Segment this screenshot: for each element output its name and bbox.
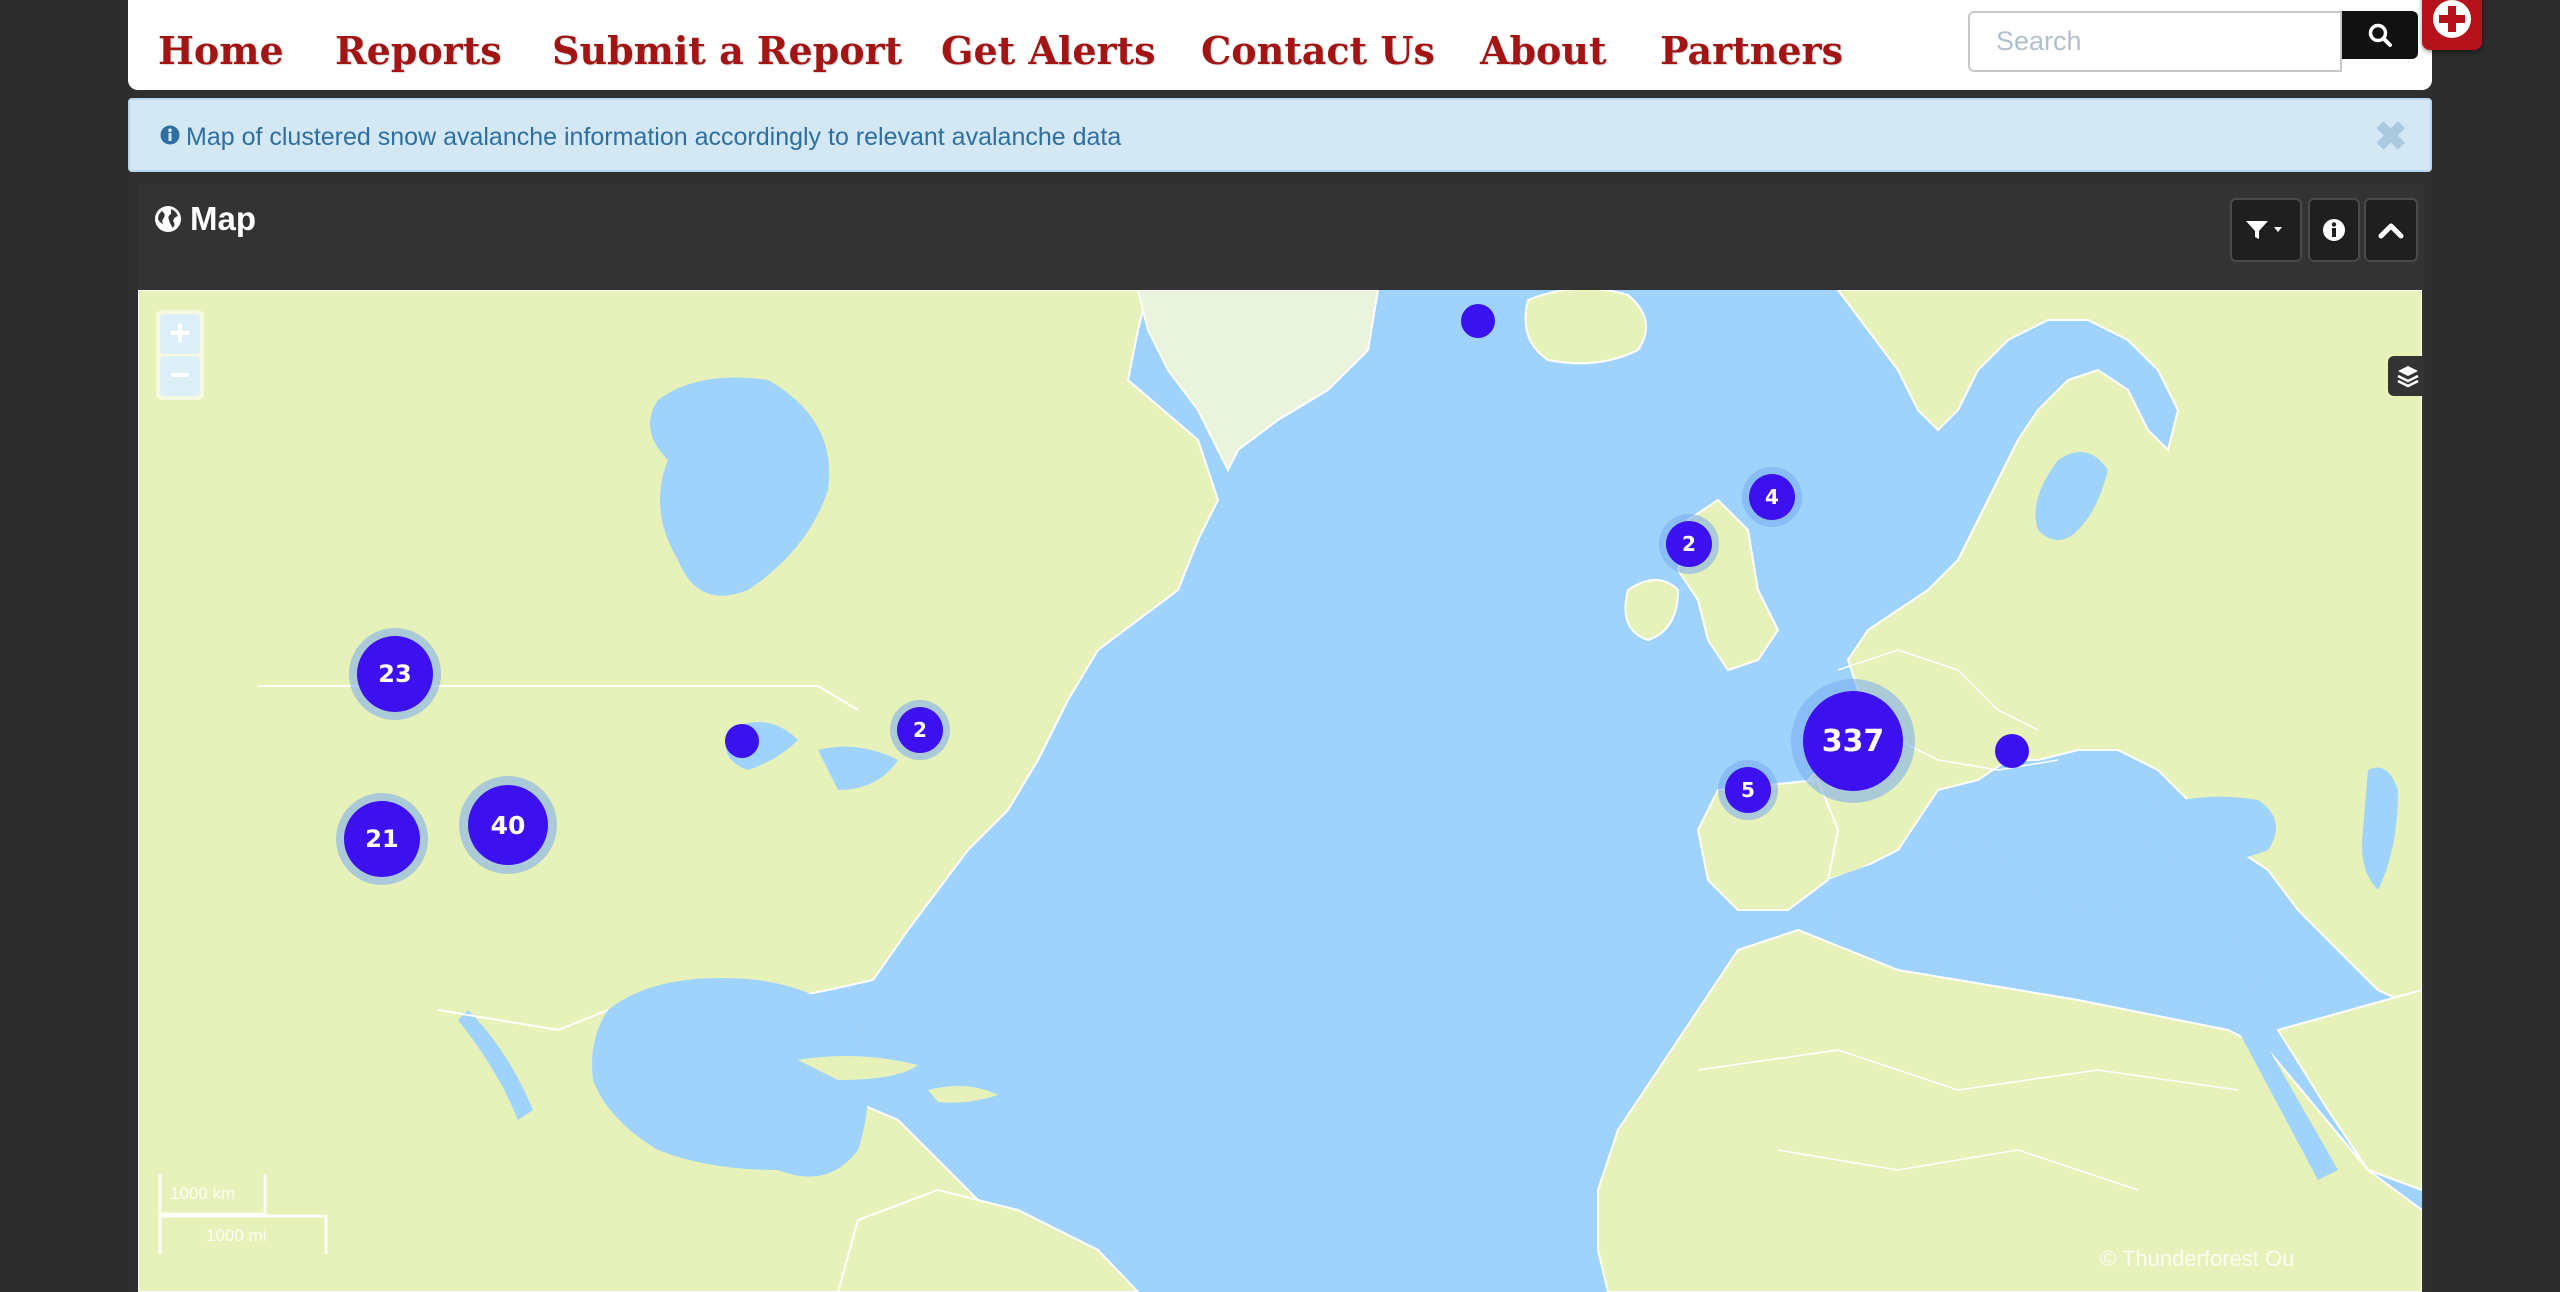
alert-close-button[interactable]: ✖ bbox=[2374, 114, 2408, 160]
search-input[interactable] bbox=[1968, 11, 2342, 72]
collapse-button[interactable] bbox=[2364, 198, 2418, 262]
layers-button[interactable] bbox=[2388, 356, 2422, 396]
map-canvas[interactable]: + − 23 21 40 2 2 4 337 5 1000 km 1000 mi… bbox=[138, 290, 2422, 1292]
nav-get-alerts[interactable]: Get Alerts bbox=[941, 28, 1155, 73]
zoom-in-button[interactable]: + bbox=[160, 314, 200, 354]
map-attribution[interactable]: © Thunderforest Ou bbox=[2100, 1246, 2294, 1272]
globe-icon bbox=[155, 206, 181, 232]
landmass-ireland bbox=[1624, 579, 1680, 642]
cluster-marker[interactable]: 40 bbox=[459, 776, 557, 874]
nav-home[interactable]: Home bbox=[158, 28, 284, 73]
avalanche-marker[interactable] bbox=[725, 724, 759, 758]
search-icon bbox=[2368, 23, 2392, 47]
cluster-marker[interactable]: 23 bbox=[349, 628, 441, 720]
cluster-count: 5 bbox=[1725, 767, 1771, 813]
cluster-marker[interactable]: 5 bbox=[1718, 760, 1778, 820]
filter-dropdown-icon bbox=[2246, 221, 2282, 239]
layers-icon bbox=[2397, 366, 2419, 388]
nav-reports[interactable]: Reports bbox=[335, 28, 502, 73]
zoom-out-button[interactable]: − bbox=[160, 356, 200, 396]
panel-title-text: Map bbox=[190, 200, 256, 237]
nav-contact-us[interactable]: Contact Us bbox=[1201, 28, 1435, 73]
avalanche-marker[interactable] bbox=[1461, 304, 1495, 338]
cluster-count: 2 bbox=[1666, 521, 1712, 567]
cluster-marker[interactable]: 4 bbox=[1742, 467, 1802, 527]
cluster-marker[interactable]: 2 bbox=[1659, 514, 1719, 574]
panel-title: Map bbox=[154, 200, 256, 238]
top-navbar: Home Reports Submit a Report Get Alerts … bbox=[128, 0, 2482, 90]
scale-label-km: 1000 km bbox=[170, 1184, 236, 1203]
info-icon bbox=[160, 125, 180, 145]
cluster-count: 337 bbox=[1803, 691, 1903, 791]
cluster-count: 4 bbox=[1749, 474, 1795, 520]
cluster-marker[interactable]: 337 bbox=[1791, 679, 1915, 803]
scale-label-mi: 1000 mi bbox=[206, 1226, 267, 1245]
alert-message: Map of clustered snow avalanche informat… bbox=[186, 123, 1122, 151]
filter-button[interactable] bbox=[2230, 198, 2302, 262]
search-button[interactable] bbox=[2342, 11, 2418, 59]
info-alert: Map of clustered snow avalanche informat… bbox=[128, 98, 2432, 172]
cluster-count: 40 bbox=[468, 785, 548, 865]
add-report-button[interactable] bbox=[2422, 0, 2482, 50]
cluster-marker[interactable]: 2 bbox=[890, 700, 950, 760]
nav-about[interactable]: About bbox=[1480, 28, 1607, 73]
info-button[interactable] bbox=[2308, 198, 2360, 262]
avalanche-marker[interactable] bbox=[1995, 734, 2029, 768]
landmass-iceland bbox=[1524, 290, 1647, 365]
nav-partners[interactable]: Partners bbox=[1660, 28, 1843, 73]
nav-submit-report[interactable]: Submit a Report bbox=[552, 28, 902, 73]
map-scale-bar: 1000 km 1000 mi bbox=[158, 1174, 328, 1254]
chevron-up-icon bbox=[2378, 223, 2404, 239]
cluster-marker[interactable]: 21 bbox=[336, 793, 428, 885]
cluster-count: 2 bbox=[897, 707, 943, 753]
cluster-count: 21 bbox=[344, 801, 420, 877]
info-icon bbox=[2323, 219, 2345, 241]
plus-icon bbox=[2433, 0, 2471, 38]
zoom-control: + − bbox=[156, 310, 204, 400]
cluster-count: 23 bbox=[357, 636, 433, 712]
